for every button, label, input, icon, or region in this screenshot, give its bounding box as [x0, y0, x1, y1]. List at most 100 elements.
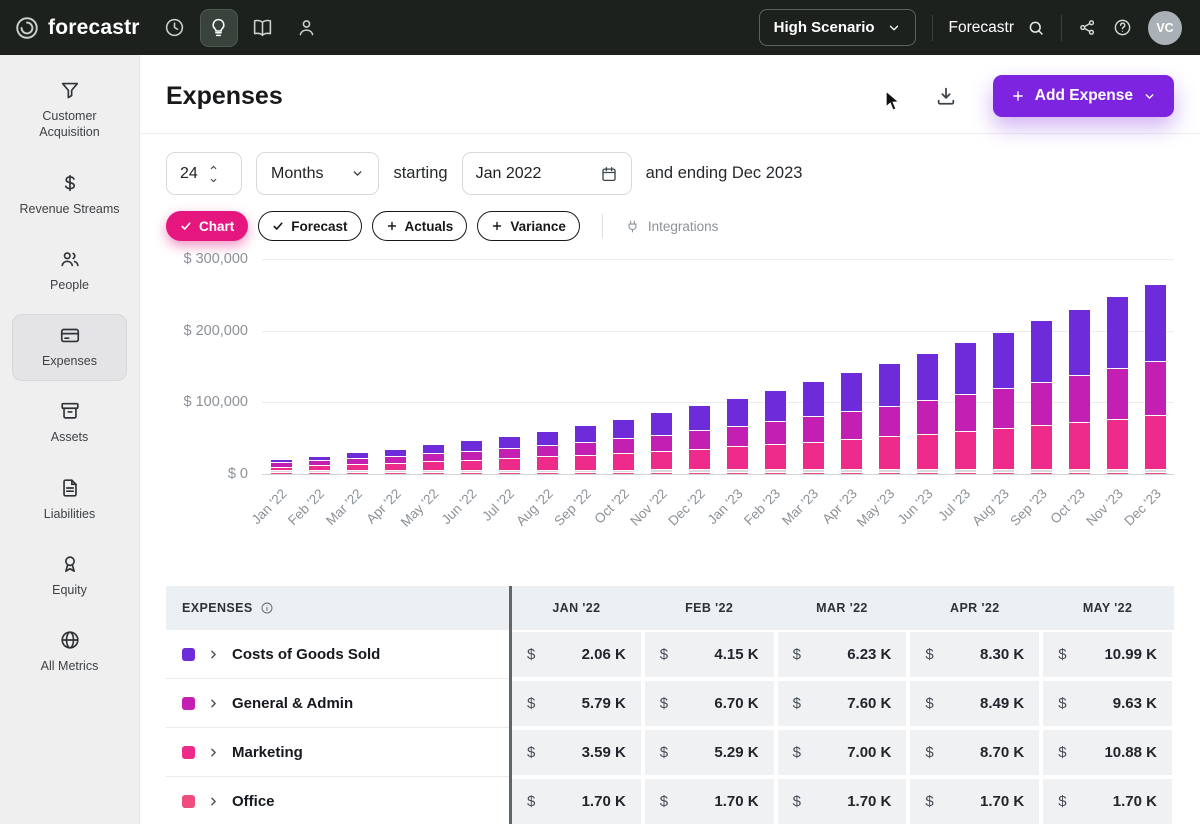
bar-slot: [680, 259, 718, 474]
bar-nov-22[interactable]: [651, 413, 672, 474]
book-button[interactable]: [244, 9, 282, 47]
share-icon[interactable]: [1078, 18, 1097, 37]
chip-label: Actuals: [405, 219, 454, 234]
lightbulb-button[interactable]: [200, 9, 238, 47]
value-cell: $1.70 K: [1041, 777, 1174, 824]
support-button[interactable]: [288, 9, 326, 47]
sidebar-item-equity[interactable]: Equity: [12, 543, 127, 610]
bar-dec-22[interactable]: [689, 406, 710, 474]
bar-sep-22[interactable]: [575, 426, 596, 474]
bar-feb-23[interactable]: [765, 391, 786, 474]
cell-value: 4.15 K: [714, 646, 758, 663]
row-expand-chevron-icon[interactable]: [207, 795, 220, 808]
chevron-up-icon[interactable]: [209, 163, 218, 172]
bar-nov-23[interactable]: [1107, 297, 1128, 474]
bar-segment-marketing: [879, 437, 900, 469]
bar-oct-23[interactable]: [1069, 310, 1090, 474]
bar-segment-costs-of-goods-sold: [1145, 285, 1166, 361]
bar-slot: [376, 259, 414, 474]
bar-jun-23[interactable]: [917, 354, 938, 474]
bar-aug-23[interactable]: [993, 333, 1014, 474]
scenario-selector[interactable]: High Scenario: [759, 9, 916, 46]
chip-chart[interactable]: Chart: [166, 211, 248, 241]
user-avatar[interactable]: VC: [1148, 11, 1182, 45]
bar-segment-marketing: [613, 454, 634, 470]
bar-segment-unlabeled: [651, 470, 672, 471]
bar-jan-22[interactable]: [271, 460, 292, 474]
category-cell: General & Admin: [166, 679, 510, 728]
x-axis-label: Jan '22: [248, 486, 289, 527]
cell-currency: $: [1058, 744, 1066, 761]
chip-actuals[interactable]: Actuals: [372, 211, 468, 241]
bar-segment-general-admin: [1031, 383, 1052, 425]
bar-segment-unlabeled: [613, 471, 634, 472]
bar-slot: [1060, 259, 1098, 474]
sidebar-item-assets[interactable]: Assets: [12, 390, 127, 457]
period-count-input[interactable]: [167, 153, 209, 194]
integrations-label: Integrations: [648, 219, 719, 234]
page-header: Expenses Add Expense: [140, 55, 1200, 134]
bar-jul-23[interactable]: [955, 343, 976, 474]
bar-jun-22[interactable]: [461, 441, 482, 474]
bar-slot: [642, 259, 680, 474]
row-expand-chevron-icon[interactable]: [207, 746, 220, 759]
add-expense-button[interactable]: Add Expense: [993, 75, 1174, 117]
bar-may-23[interactable]: [879, 364, 900, 474]
download-icon[interactable]: [935, 85, 957, 107]
period-count-stepper[interactable]: [166, 152, 242, 195]
bar-jul-22[interactable]: [499, 437, 520, 474]
view-toggles: Chart Forecast Actuals Variance Integration…: [140, 195, 1200, 241]
x-axis-label: Jul '23: [936, 486, 974, 524]
bar-mar-22[interactable]: [347, 453, 368, 474]
gauge-button[interactable]: [156, 9, 194, 47]
card-icon: [59, 324, 81, 346]
search-icon[interactable]: [1027, 19, 1045, 37]
sidebar-item-revenue-streams[interactable]: Revenue Streams: [12, 162, 127, 229]
start-date-picker[interactable]: [462, 152, 632, 195]
info-icon[interactable]: [260, 601, 274, 615]
sidebar-item-liabilities[interactable]: Liabilities: [12, 467, 127, 534]
bar-mar-23[interactable]: [803, 382, 824, 474]
cell-value: 8.30 K: [980, 646, 1024, 663]
table-row-general-admin: General & Admin$5.79 K$6.70 K$7.60 K$8.4…: [166, 679, 1174, 728]
plus-icon: [1011, 89, 1025, 103]
sidebar-item-customer-acquisition[interactable]: Customer Acquisition: [12, 69, 127, 153]
bar-segment-marketing: [727, 447, 748, 469]
cell-value: 7.00 K: [847, 744, 891, 761]
bar-may-22[interactable]: [423, 445, 444, 474]
bar-apr-23[interactable]: [841, 373, 862, 474]
help-icon[interactable]: [1113, 18, 1132, 37]
chip-variance[interactable]: Variance: [477, 211, 580, 241]
start-date-input[interactable]: [476, 165, 580, 183]
x-axis-label: Oct '23: [1047, 486, 1088, 527]
bar-jan-23[interactable]: [727, 399, 748, 474]
integrations-button[interactable]: Integrations: [625, 219, 719, 234]
bar-oct-22[interactable]: [613, 420, 634, 474]
bar-slot: [984, 259, 1022, 474]
sidebar-item-expenses[interactable]: Expenses: [12, 314, 127, 381]
period-unit-select[interactable]: Months: [256, 152, 379, 195]
bar-aug-22[interactable]: [537, 432, 558, 474]
bar-segment-marketing: [461, 461, 482, 470]
value-cell: $2.06 K: [510, 630, 643, 679]
sidebar-item-people[interactable]: People: [12, 238, 127, 305]
value-cell: $8.30 K: [908, 630, 1041, 679]
scenario-label: High Scenario: [774, 19, 875, 36]
sidebar-item-all-metrics[interactable]: All Metrics: [12, 619, 127, 686]
row-expand-chevron-icon[interactable]: [207, 648, 220, 661]
bar-sep-23[interactable]: [1031, 321, 1052, 474]
value-cell: $8.70 K: [908, 728, 1041, 777]
sidebar-item-label: Liabilities: [44, 506, 95, 522]
bar-feb-22[interactable]: [309, 457, 330, 474]
bar-apr-22[interactable]: [385, 450, 406, 474]
bar-segment-costs-of-goods-sold: [765, 391, 786, 422]
column-header-mar-22: MAR '22: [776, 586, 909, 630]
x-axis-label: May '23: [854, 486, 898, 530]
chevron-down-icon[interactable]: [209, 176, 218, 185]
bar-dec-23[interactable]: [1145, 285, 1166, 474]
bar-segment-unlabeled: [461, 471, 482, 472]
chips-divider: [602, 214, 603, 238]
row-expand-chevron-icon[interactable]: [207, 697, 220, 710]
stepper-arrows[interactable]: [209, 153, 227, 194]
chip-forecast[interactable]: Forecast: [258, 211, 361, 241]
